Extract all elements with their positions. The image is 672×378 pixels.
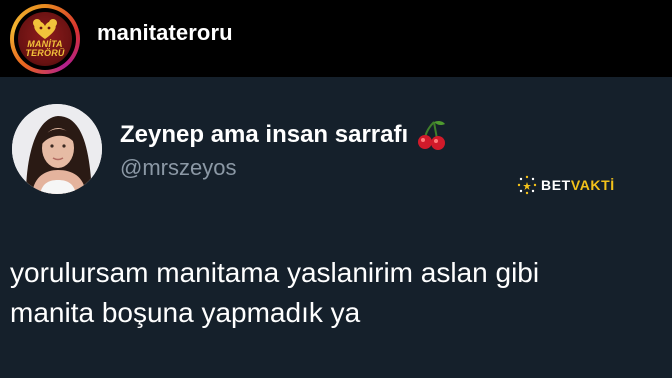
tweet-text-line: yorulursam manitama yaslanirim aslan gib… xyxy=(10,257,540,288)
watermark-text: BETVAKTİ xyxy=(541,177,615,193)
display-name-text: Zeynep ama insan sarrafı xyxy=(120,121,409,148)
watermark-part1: BET xyxy=(541,177,571,193)
sparkle-icon xyxy=(517,175,537,195)
account-header-bar: MANİTA TERÖRÜ manitateroru xyxy=(0,0,672,77)
account-username[interactable]: manitateroru xyxy=(97,20,233,46)
tweet-handle[interactable]: @mrszeyos xyxy=(120,155,236,181)
account-avatar-ring: MANİTA TERÖRÜ xyxy=(14,8,76,70)
tweet-author-avatar[interactable] xyxy=(12,104,102,194)
tweet-body: yorulursam manitama yaslanirim aslan gib… xyxy=(10,253,670,333)
author-photo xyxy=(12,104,102,194)
account-avatar[interactable]: MANİTA TERÖRÜ xyxy=(10,4,80,74)
tweet-display-name[interactable]: Zeynep ama insan sarrafı xyxy=(120,118,448,152)
account-logo: MANİTA TERÖRÜ xyxy=(18,12,72,66)
watermark-logo: BETVAKTİ xyxy=(516,174,615,196)
logo-text-line2: TERÖRÜ xyxy=(25,48,65,58)
cherry-icon xyxy=(418,120,446,150)
account-logo-text: MANİTA TERÖRÜ xyxy=(18,40,72,58)
tweet-text-line: manita boşuna yapmadık ya xyxy=(10,297,361,328)
watermark-part2: VAKTİ xyxy=(570,177,615,193)
heart-bear-logo-icon xyxy=(33,19,57,39)
